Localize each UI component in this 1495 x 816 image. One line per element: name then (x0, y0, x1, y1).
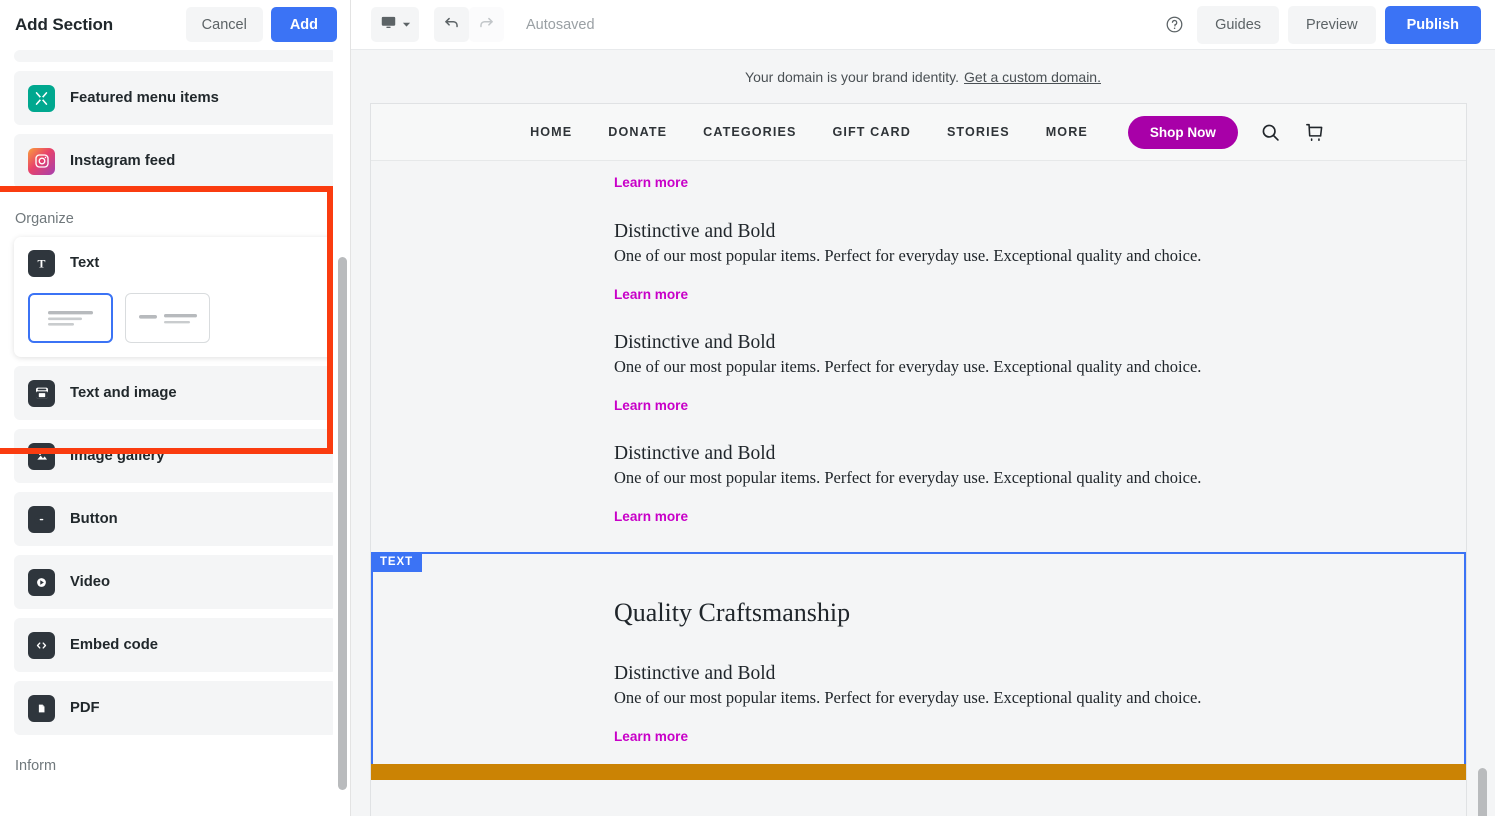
section-item-label: PDF (70, 700, 100, 716)
footer-bar (371, 764, 1466, 780)
panel-header-actions: Cancel Add (185, 7, 337, 42)
text-image-icon (28, 379, 55, 407)
shop-now-button[interactable]: Shop Now (1127, 115, 1238, 149)
layout-option-two-column[interactable] (125, 293, 210, 343)
section-item-label: Video (70, 574, 111, 590)
panel-scroll-area[interactable]: Featured menu items Instagram feed Organ… (0, 50, 350, 816)
content-block: Distinctive and Bold One of our most pop… (371, 221, 1466, 304)
learn-more-link[interactable]: Learn more (614, 175, 688, 190)
learn-more-link[interactable]: Learn more (614, 398, 688, 413)
list-item-partial[interactable] (14, 50, 337, 62)
section-item-pdf[interactable]: PDF (14, 681, 337, 735)
undo-button[interactable] (434, 7, 469, 42)
block-body: One of our most popular items. Perfect f… (614, 246, 1202, 265)
nav-item-more[interactable]: MORE (1046, 125, 1088, 139)
block-title: Distinctive and Bold (614, 663, 776, 684)
editor-area: Autosaved Guides Preview Publish Your do… (351, 0, 1495, 816)
section-item-instagram-feed[interactable]: Instagram feed (14, 134, 337, 188)
section-item-label: Text (70, 255, 100, 271)
domain-banner-text: Your domain is your brand identity. (745, 68, 960, 85)
panel-header: Add Section Cancel Add (0, 0, 350, 50)
block-body: One of our most popular items. Perfect f… (614, 468, 1202, 487)
text-icon: T (28, 249, 55, 277)
svg-text:T: T (38, 256, 46, 270)
text-layout-options (14, 289, 337, 343)
lead-learn-more-row: Learn more (371, 161, 1466, 192)
desktop-icon (380, 14, 397, 36)
nav-item-home[interactable]: HOME (530, 125, 572, 139)
undo-icon (442, 13, 461, 37)
block-title: Distinctive and Bold (614, 221, 776, 242)
toolbar-actions: Guides Preview Publish (1160, 5, 1481, 44)
cart-icon[interactable] (1303, 121, 1325, 143)
section-item-button[interactable]: Button (14, 492, 337, 546)
play-icon (28, 568, 55, 596)
content-block: Distinctive and Bold One of our most pop… (371, 332, 1466, 415)
group-organize: Organize T Text Text and image (0, 197, 350, 420)
get-custom-domain-link[interactable]: Get a custom domain. (964, 69, 1101, 85)
instagram-icon (28, 147, 55, 175)
app-root: Add Section Cancel Add Featured menu ite… (0, 0, 1495, 816)
status-badge: TEXT (371, 552, 422, 572)
nav-item-stories[interactable]: STORIES (947, 125, 1010, 139)
canvas-scrollbar-thumb[interactable] (1478, 768, 1487, 816)
section-item-text-and-image[interactable]: Text and image (14, 366, 337, 420)
cutlery-icon (28, 84, 55, 112)
domain-banner: Your domain is your brand identity. Get … (351, 50, 1495, 103)
section-item-featured-menu-items[interactable]: Featured menu items (14, 71, 337, 125)
block-title: Distinctive and Bold (614, 332, 776, 353)
publish-button[interactable]: Publish (1384, 5, 1481, 44)
help-circle-icon[interactable] (1160, 11, 1188, 39)
search-icon[interactable] (1260, 122, 1281, 143)
section-item-label: Image gallery (70, 448, 165, 464)
editor-toolbar: Autosaved Guides Preview Publish (351, 0, 1495, 50)
chevron-down-icon (402, 16, 411, 34)
section-item-label: Instagram feed (70, 153, 176, 169)
add-section-panel: Add Section Cancel Add Featured menu ite… (0, 0, 351, 816)
text-item-header[interactable]: T Text (14, 237, 337, 289)
site-preview-frame: HOME DONATE CATEGORIES GIFT CARD STORIES… (370, 103, 1467, 816)
nav-item-categories[interactable]: CATEGORIES (703, 125, 796, 139)
redo-icon (477, 13, 496, 37)
editor-canvas: Your domain is your brand identity. Get … (351, 50, 1495, 816)
cancel-button[interactable]: Cancel (185, 7, 263, 42)
section-item-label: Featured menu items (70, 90, 219, 106)
section-item-text-expanded[interactable]: T Text (14, 237, 337, 357)
layout-option-stacked-left[interactable] (28, 293, 113, 343)
section-item-label: Embed code (70, 637, 158, 653)
preview-button[interactable]: Preview (1288, 5, 1376, 44)
document-icon (28, 694, 55, 722)
nav-item-donate[interactable]: DONATE (608, 125, 667, 139)
site-body: Learn more Distinctive and Bold One of o… (371, 161, 1466, 780)
content-block: Distinctive and Bold One of our most pop… (371, 443, 1466, 526)
redo-button[interactable] (469, 7, 504, 42)
page-title: Add Section (15, 15, 114, 34)
site-navigation: HOME DONATE CATEGORIES GIFT CARD STORIES… (371, 104, 1466, 161)
nav-item-gift-card[interactable]: GIFT CARD (832, 125, 910, 139)
section-item-label: Button (70, 511, 118, 527)
selected-text-section[interactable]: TEXT Quality Craftsmanship Distinctive a… (371, 552, 1466, 780)
section-item-image-gallery[interactable]: Image gallery (14, 429, 337, 483)
guides-button[interactable]: Guides (1197, 5, 1280, 44)
button-icon (28, 505, 55, 533)
code-icon (28, 631, 55, 659)
selected-section-content: Quality Craftsmanship Distinctive and Bo… (373, 554, 1464, 746)
block-body: One of our most popular items. Perfect f… (614, 688, 1202, 707)
group-label-inform: Inform (15, 758, 57, 774)
add-button[interactable]: Add (270, 7, 337, 42)
group-label-organize: Organize (15, 211, 74, 227)
image-icon (28, 442, 55, 470)
learn-more-link[interactable]: Learn more (614, 287, 688, 302)
learn-more-link[interactable]: Learn more (614, 729, 688, 744)
section-heading: Quality Craftsmanship (614, 598, 851, 627)
section-item-video[interactable]: Video (14, 555, 337, 609)
device-selector[interactable] (371, 7, 419, 42)
learn-more-link[interactable]: Learn more (614, 509, 688, 524)
panel-scrollbar-thumb[interactable] (338, 257, 347, 790)
section-item-label: Text and image (70, 385, 177, 401)
autosave-status: Autosaved (526, 16, 595, 33)
block-title: Distinctive and Bold (614, 443, 776, 464)
block-body: One of our most popular items. Perfect f… (614, 357, 1202, 376)
section-item-embed-code[interactable]: Embed code (14, 618, 337, 672)
